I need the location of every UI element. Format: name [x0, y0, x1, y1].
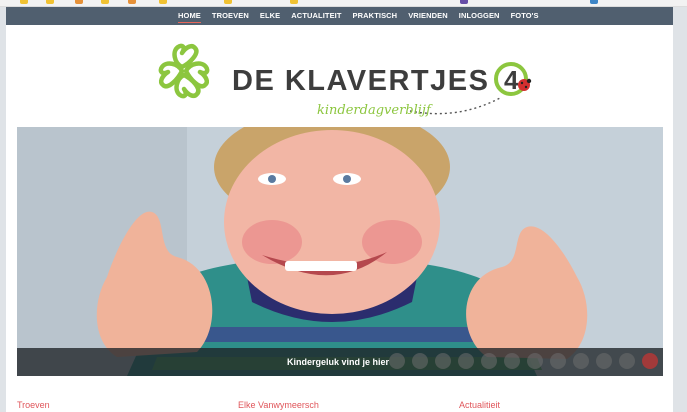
logo-tagline: kinderdagverblijf — [317, 103, 433, 118]
section-link-elke[interactable]: Elke Vanwymeersch — [238, 400, 319, 410]
nav-elke[interactable]: ELKE — [260, 7, 280, 25]
slide-dot[interactable] — [619, 353, 635, 369]
slide-dot[interactable] — [550, 353, 566, 369]
hero-caption: Kindergeluk vind je hier — [287, 357, 390, 367]
hero-slideshow[interactable]: Kindergeluk vind je hier — [17, 127, 663, 376]
slide-dot[interactable] — [389, 353, 405, 369]
main-navigation: HOME TROEVEN ELKE ACTUALITEIT PRAKTISCH … — [6, 7, 673, 25]
section-link-actualiteit[interactable]: Actualitieit — [459, 400, 500, 410]
hero-image — [17, 127, 663, 376]
page-content: DE KLAVERTJES 4 kinderdagverblijf Kinder… — [6, 25, 673, 412]
page-background-right — [673, 7, 687, 412]
nav-praktisch[interactable]: PRAKTISCH — [353, 7, 398, 25]
site-logo[interactable]: DE KLAVERTJES 4 kinderdagverblijf — [152, 41, 532, 121]
slide-dot[interactable] — [504, 353, 520, 369]
ladybug-icon — [518, 78, 532, 91]
nav-actualiteit[interactable]: ACTUALITEIT — [291, 7, 341, 25]
nav-home[interactable]: HOME — [178, 7, 201, 25]
nav-inloggen[interactable]: INLOGGEN — [459, 7, 500, 25]
slide-dot[interactable] — [573, 353, 589, 369]
nav-vrienden[interactable]: VRIENDEN — [408, 7, 448, 25]
logo-number: 4 — [504, 65, 519, 95]
browser-toolbar-strip — [0, 0, 687, 7]
nav-troeven[interactable]: TROEVEN — [212, 7, 249, 25]
slide-dot[interactable] — [596, 353, 612, 369]
slide-dot[interactable] — [458, 353, 474, 369]
slide-dot[interactable] — [481, 353, 497, 369]
hero-caption-bar: Kindergeluk vind je hier — [17, 348, 663, 376]
clover-icon — [158, 43, 210, 99]
slide-dot-active[interactable] — [642, 353, 658, 369]
slide-dot[interactable] — [412, 353, 428, 369]
section-link-troeven[interactable]: Troeven — [17, 400, 50, 410]
slide-dot[interactable] — [435, 353, 451, 369]
slide-dot[interactable] — [527, 353, 543, 369]
slide-indicators — [389, 353, 663, 369]
logo-title: DE KLAVERTJES — [232, 65, 489, 97]
nav-fotos[interactable]: FOTO'S — [511, 7, 539, 25]
